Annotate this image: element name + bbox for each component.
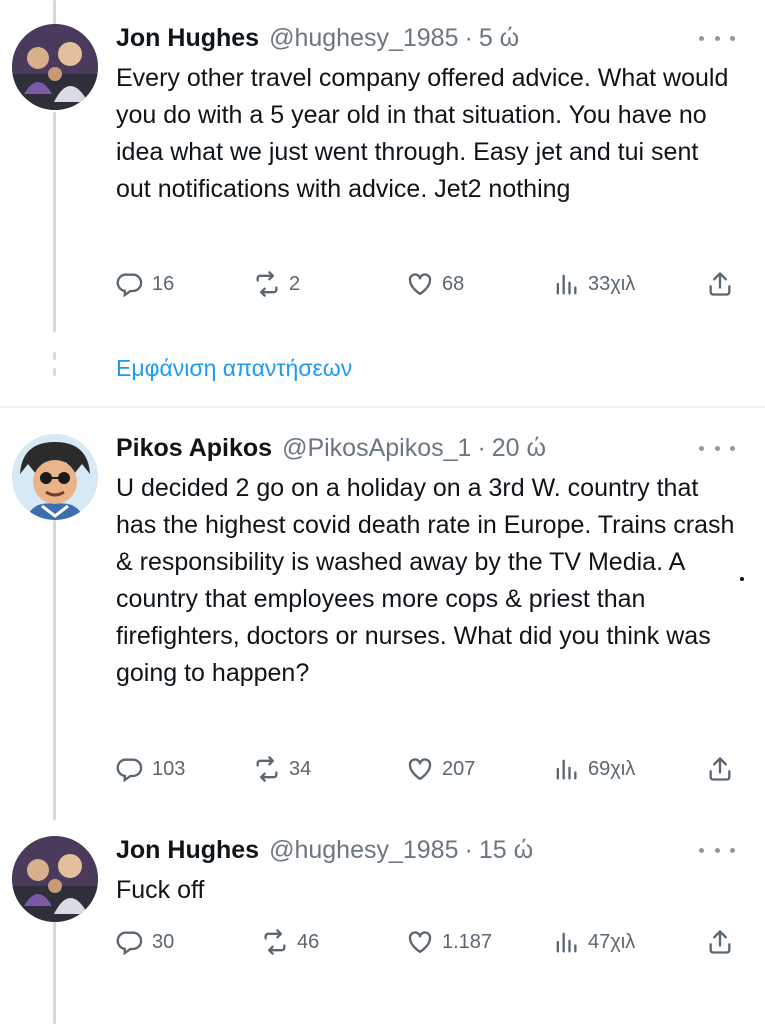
share-icon: [709, 272, 731, 296]
user-handle[interactable]: @PikosApikos_1: [282, 434, 471, 463]
cartoon-avatar-icon: [12, 434, 98, 520]
like-button[interactable]: 68: [406, 267, 464, 301]
timestamp[interactable]: 15 ώ: [479, 836, 533, 865]
reply-count: 30: [152, 930, 175, 953]
like-icon: [408, 931, 432, 954]
avatar[interactable]: [12, 836, 98, 922]
show-replies-link[interactable]: Εμφάνιση απαντήσεων: [116, 355, 352, 382]
views-count: 69χιλ: [588, 757, 636, 780]
tweet[interactable]: Jon Hughes @hughesy_1985 · 5 ώ Every oth…: [0, 0, 765, 400]
views-button[interactable]: 33χιλ: [552, 267, 635, 301]
tweet-actions: 30 46 1.187 47χιλ: [116, 925, 736, 959]
share-button[interactable]: [706, 267, 734, 301]
share-button[interactable]: [706, 925, 734, 959]
repost-icon: [264, 929, 286, 955]
like-button[interactable]: 207: [406, 752, 475, 786]
reply-button[interactable]: 16: [116, 267, 174, 301]
reply-count: 103: [152, 757, 186, 780]
user-handle[interactable]: @hughesy_1985: [269, 24, 458, 53]
tweet[interactable]: Jon Hughes @hughesy_1985 · 15 ώ Fuck off…: [0, 818, 765, 1024]
repost-button[interactable]: 34: [253, 752, 311, 786]
reply-icon: [116, 273, 143, 298]
repost-icon: [256, 756, 278, 782]
views-icon: [556, 274, 577, 295]
like-count: 68: [442, 272, 465, 295]
share-icon: [709, 930, 731, 954]
repost-count: 34: [289, 757, 312, 780]
tweet-text: Every other travel company offered advic…: [116, 64, 729, 203]
tweet-text: Fuck off: [116, 876, 205, 904]
timestamp[interactable]: 20 ώ: [492, 434, 546, 463]
tweet-actions: 16 2 68 33χιλ: [116, 267, 736, 301]
display-name[interactable]: Jon Hughes: [116, 24, 259, 53]
artifact-dot: [740, 577, 744, 581]
reply-icon: [116, 931, 143, 956]
share-icon: [709, 757, 731, 781]
tweet-text: U decided 2 go on a holiday on a 3rd W. …: [116, 474, 735, 687]
views-button[interactable]: 69χιλ: [552, 752, 635, 786]
views-count: 47χιλ: [588, 930, 636, 953]
share-button[interactable]: [706, 752, 734, 786]
separator-dot: ·: [464, 23, 473, 52]
display-name[interactable]: Pikos Apikos: [116, 434, 272, 463]
like-count: 1.187: [442, 930, 493, 953]
reply-button[interactable]: 30: [116, 925, 174, 959]
avatar[interactable]: [12, 434, 98, 520]
tweet-header: Jon Hughes @hughesy_1985 · 15 ώ: [116, 830, 533, 870]
repost-icon: [256, 271, 278, 297]
more-icon[interactable]: [699, 838, 735, 862]
more-icon[interactable]: [699, 436, 735, 460]
views-icon: [556, 759, 577, 780]
profile-photo-icon: [12, 836, 98, 922]
user-handle[interactable]: @hughesy_1985: [269, 836, 458, 865]
separator-dot: ·: [477, 433, 486, 462]
repost-count: 46: [297, 930, 320, 953]
like-icon: [408, 273, 432, 296]
repost-button[interactable]: 46: [261, 925, 319, 959]
avatar[interactable]: [12, 24, 98, 110]
tweet-header: Jon Hughes @hughesy_1985 · 5 ώ: [116, 18, 519, 58]
display-name[interactable]: Jon Hughes: [116, 836, 259, 865]
timestamp[interactable]: 5 ώ: [479, 24, 519, 53]
like-count: 207: [442, 757, 476, 780]
tweet-header: Pikos Apikos @PikosApikos_1 · 20 ώ: [116, 428, 546, 468]
like-icon: [408, 758, 432, 781]
repost-count: 2: [289, 272, 301, 295]
views-icon: [556, 932, 577, 953]
views-button[interactable]: 47χιλ: [552, 925, 635, 959]
reply-button[interactable]: 103: [116, 752, 185, 786]
tweet-actions: 103 34 207 69χιλ: [116, 752, 736, 786]
repost-button[interactable]: 2: [253, 267, 300, 301]
separator-dot: ·: [464, 835, 473, 864]
like-button[interactable]: 1.187: [406, 925, 492, 959]
reply-icon: [116, 758, 143, 783]
reply-count: 16: [152, 272, 175, 295]
tweet[interactable]: Pikos Apikos @PikosApikos_1 · 20 ώ U dec…: [0, 408, 765, 808]
views-count: 33χιλ: [588, 272, 636, 295]
profile-photo-icon: [12, 24, 98, 110]
more-icon[interactable]: [699, 26, 735, 50]
